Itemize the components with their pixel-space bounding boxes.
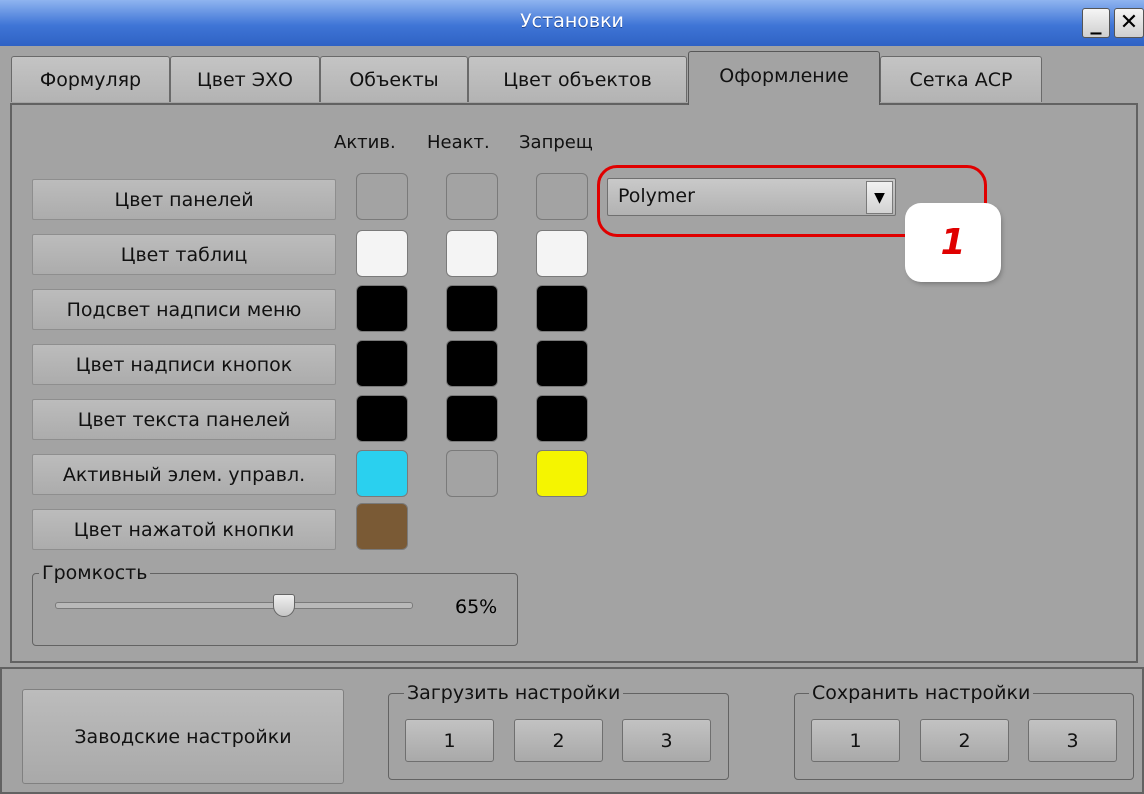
- minimize-icon: _: [1090, 10, 1102, 35]
- load-settings-label: Загрузить настройки: [404, 682, 624, 704]
- color-swatch[interactable]: [356, 340, 408, 387]
- factory-settings-button[interactable]: Заводские настройки: [22, 689, 344, 784]
- tab-echo-color[interactable]: Цвет ЭХО: [170, 56, 320, 102]
- window-title: Установки: [520, 10, 624, 32]
- color-swatch[interactable]: [356, 173, 408, 220]
- color-swatch[interactable]: [446, 450, 498, 497]
- color-swatch[interactable]: [446, 285, 498, 332]
- column-header-inactive: Неакт.: [427, 132, 490, 153]
- color-swatch[interactable]: [536, 340, 588, 387]
- color-swatch[interactable]: [536, 173, 588, 220]
- close-icon: ✕: [1119, 10, 1139, 35]
- load-preset-2-button[interactable]: 2: [514, 719, 603, 762]
- color-swatch[interactable]: [446, 395, 498, 442]
- color-swatch[interactable]: [536, 395, 588, 442]
- minimize-button[interactable]: _: [1082, 8, 1110, 38]
- panel-text-color-button[interactable]: Цвет текста панелей: [32, 399, 336, 440]
- pressed-button-color-button[interactable]: Цвет нажатой кнопки: [32, 509, 336, 550]
- tab-asr-grid[interactable]: Сетка АСР: [880, 56, 1042, 102]
- save-settings-label: Сохранить настройки: [809, 682, 1034, 704]
- color-swatch[interactable]: [356, 230, 408, 277]
- color-swatch[interactable]: [536, 230, 588, 277]
- table-color-button[interactable]: Цвет таблиц: [32, 234, 336, 275]
- save-preset-1-button[interactable]: 1: [811, 719, 900, 762]
- annotation-number: 1: [907, 205, 999, 280]
- save-preset-2-button[interactable]: 2: [920, 719, 1009, 762]
- color-swatch[interactable]: [356, 285, 408, 332]
- tab-object-colors[interactable]: Цвет объектов: [468, 56, 687, 102]
- color-swatch[interactable]: [356, 503, 408, 550]
- color-swatch[interactable]: [536, 285, 588, 332]
- color-swatch[interactable]: [446, 340, 498, 387]
- close-button[interactable]: ✕: [1114, 8, 1144, 38]
- volume-value: 65%: [455, 596, 498, 618]
- panel-color-button[interactable]: Цвет панелей: [32, 179, 336, 220]
- volume-slider-track[interactable]: [55, 602, 413, 609]
- menu-highlight-button[interactable]: Подсвет надписи меню: [32, 289, 336, 330]
- active-control-button[interactable]: Активный элем. управл.: [32, 454, 336, 495]
- column-header-active: Актив.: [334, 132, 396, 153]
- tab-objects[interactable]: Объекты: [320, 56, 468, 102]
- color-swatch[interactable]: [446, 230, 498, 277]
- button-text-color-button[interactable]: Цвет надписи кнопок: [32, 344, 336, 385]
- tab-form[interactable]: Формуляр: [11, 56, 170, 102]
- column-header-disabled: Запрещ: [519, 132, 593, 153]
- load-preset-3-button[interactable]: 3: [622, 719, 711, 762]
- color-swatch[interactable]: [536, 450, 588, 497]
- volume-label: Громкость: [39, 562, 151, 584]
- color-swatch[interactable]: [356, 450, 408, 497]
- save-preset-3-button[interactable]: 3: [1028, 719, 1117, 762]
- tab-appearance[interactable]: Оформление: [688, 51, 880, 105]
- color-swatch[interactable]: [356, 395, 408, 442]
- load-preset-1-button[interactable]: 1: [405, 719, 494, 762]
- color-swatch[interactable]: [446, 173, 498, 220]
